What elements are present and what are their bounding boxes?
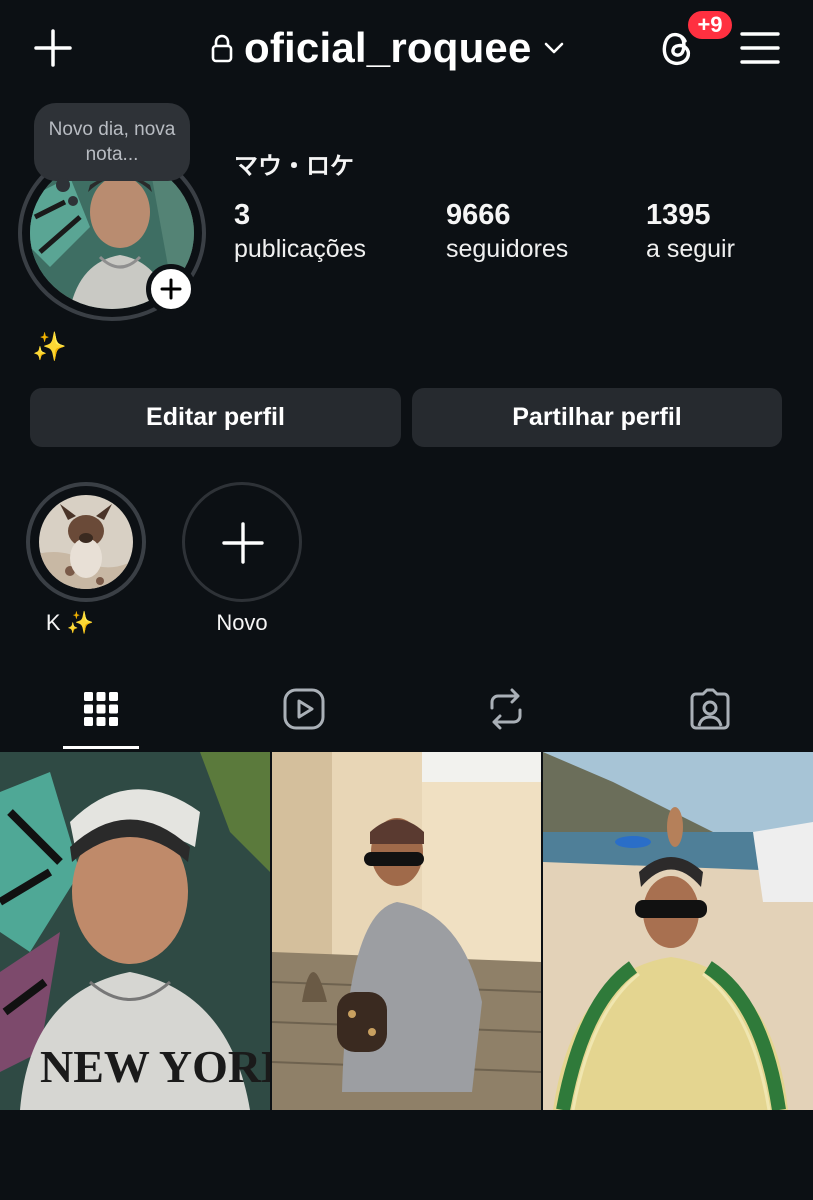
plus-icon[interactable] [33,28,73,68]
highlight-label: Novo [216,610,268,635]
stat-value: 9666 [446,199,511,231]
stat-label: a seguir [646,235,735,263]
account-switcher[interactable]: oficial_roquee [210,22,566,74]
plus-icon [160,278,182,300]
add-story-button[interactable] [146,264,196,314]
highlight-label: K ✨ [45,610,95,635]
reels-icon [283,688,325,730]
plus-icon [222,522,264,564]
post-thumbnail[interactable]: NEW YORK [0,752,270,1110]
reposts-icon [490,688,522,730]
chevron-down-icon [544,42,563,54]
stat-posts[interactable]: 3 publicações [234,198,366,266]
new-highlight-button[interactable] [182,482,302,602]
post-image: NEW YORK [0,752,270,1110]
tab-tagged[interactable] [686,685,734,733]
post-thumbnail[interactable] [543,752,813,1110]
tagged-icon [690,688,730,730]
edit-profile-button[interactable]: Editar perfil [30,388,401,447]
stat-following[interactable]: 1395 a seguir [646,198,735,266]
share-profile-button[interactable]: Partilhar perfil [412,388,782,447]
bio-text: ✨ [32,331,67,362]
svg-text:NEW YORK: NEW YORK [40,1041,270,1092]
highlight-k[interactable] [26,482,146,602]
stat-value: 3 [234,199,251,231]
display-name: マウ・ロケ [234,153,354,180]
tab-reposts[interactable] [482,685,530,733]
stat-label: publicações [234,235,367,263]
profile-username: oficial_roquee [244,24,532,71]
note-bubble-tail [68,196,78,206]
note-bubble-tail [56,178,70,192]
menu-icon[interactable] [740,30,780,66]
highlight-cover [39,495,133,589]
note-bubble[interactable]: Novo dia, nova nota... [34,103,190,181]
stat-label: seguidores [446,235,569,263]
post-image [272,752,541,1110]
stat-followers[interactable]: 9666 seguidores [446,198,568,266]
post-image [543,752,813,1110]
notification-badge: +9 [686,9,734,41]
stat-value: 1395 [646,199,711,231]
tab-reels[interactable] [280,685,328,733]
post-thumbnail[interactable] [272,752,541,1110]
lock-icon [211,34,233,63]
active-tab-indicator [63,746,139,749]
grid-icon [84,692,118,726]
tab-grid[interactable] [77,685,125,733]
